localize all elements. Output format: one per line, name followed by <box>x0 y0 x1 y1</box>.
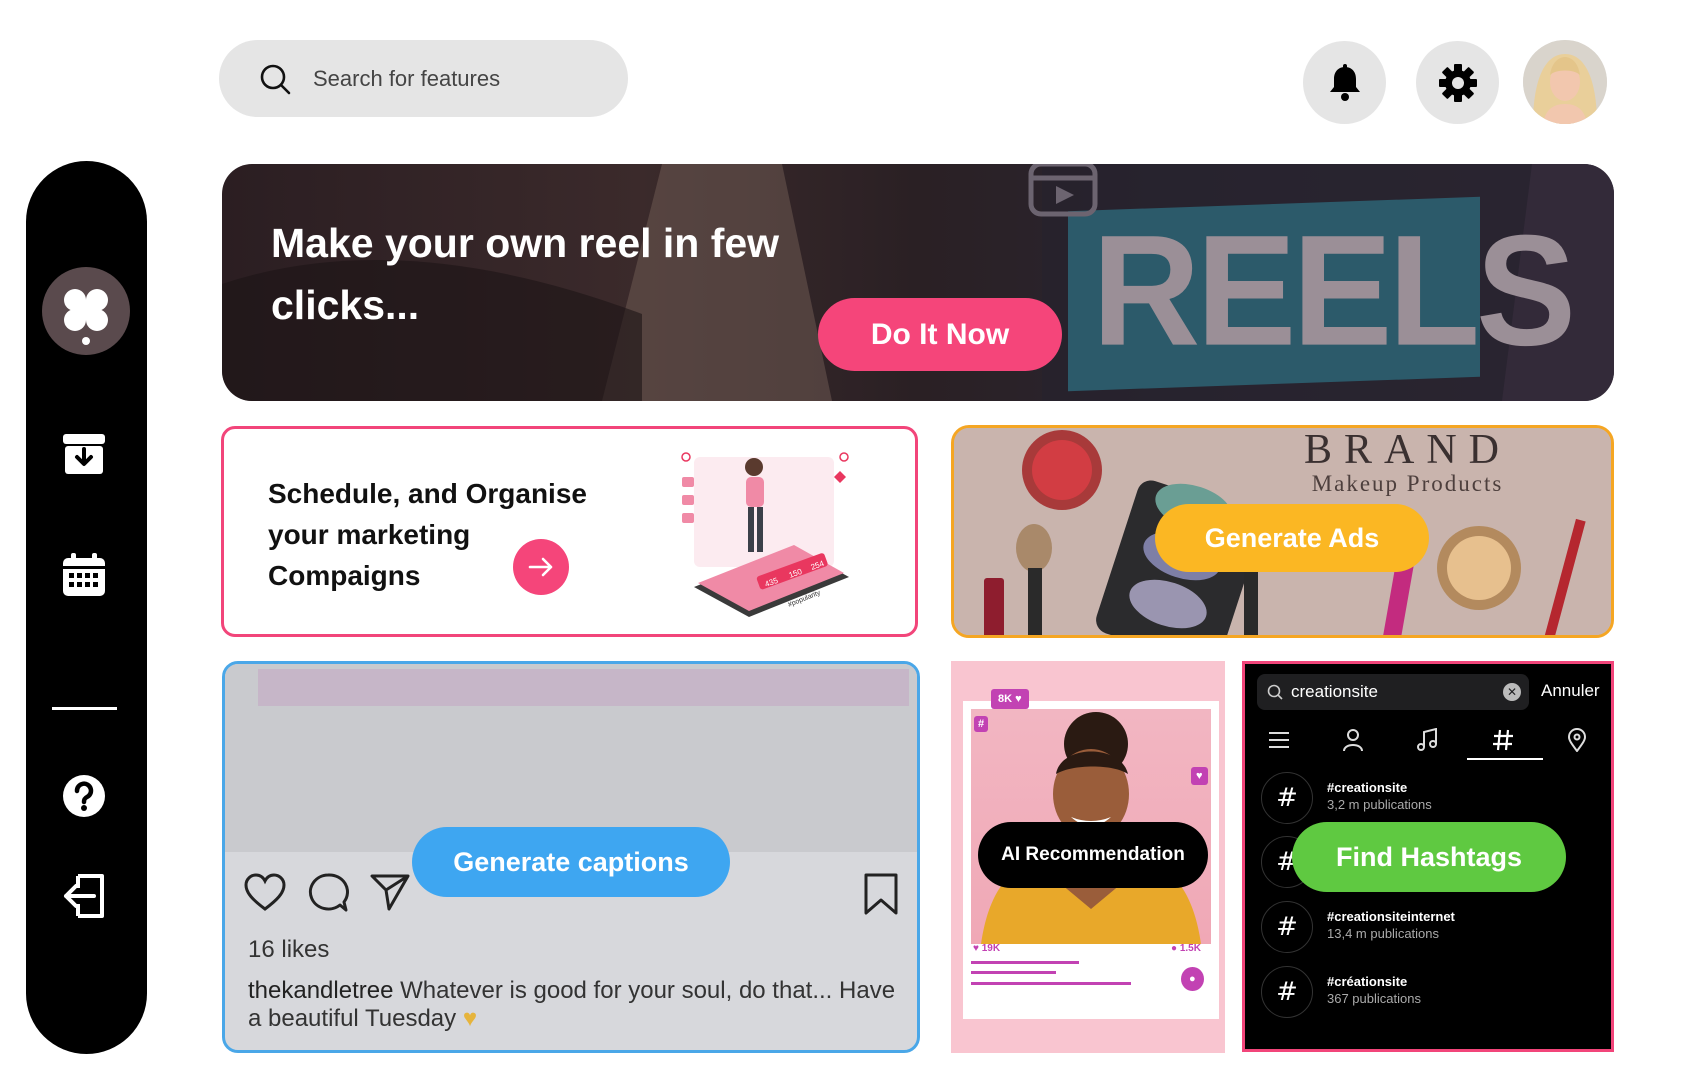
caption-text: thekandletree Whatever is good for your … <box>248 977 898 1033</box>
clear-search-icon[interactable]: ✕ <box>1503 683 1521 701</box>
brand-subtitle: Makeup Products <box>1311 471 1504 496</box>
reels-banner: REELS Make your own reel in few clicks..… <box>222 164 1614 401</box>
hashtag-search-input[interactable] <box>1291 682 1491 702</box>
tab-tags[interactable] <box>1483 724 1523 756</box>
hashtag-count: 13,4 m publications <box>1327 926 1440 941</box>
reels-word: REELS <box>1092 201 1576 379</box>
sidebar-item-dashboard[interactable] <box>42 267 130 355</box>
tab-audio[interactable] <box>1407 724 1447 756</box>
popularity-illustration: 435 150 254 #popularity <box>681 452 849 617</box>
menu-icon <box>1269 732 1289 748</box>
archive-download-icon <box>63 434 105 474</box>
post-image-band <box>258 669 909 706</box>
sidebar-item-calendar[interactable] <box>54 545 114 605</box>
location-pin-icon <box>1567 728 1587 752</box>
tab-top[interactable] <box>1259 724 1299 756</box>
hashtag-count: 367 publications <box>1327 991 1421 1006</box>
sidebar-divider <box>52 707 117 710</box>
notifications-button[interactable] <box>1303 41 1386 124</box>
hashtag-icon: # <box>1261 901 1313 953</box>
active-tab-underline <box>1467 758 1543 760</box>
gear-icon <box>1438 63 1477 102</box>
hashtag-icon <box>1493 729 1513 751</box>
post-line-2 <box>971 971 1056 974</box>
calendar-icon <box>63 553 105 596</box>
sidebar <box>26 161 147 1054</box>
hashtag-count: 3,2 m publications <box>1327 797 1432 812</box>
schedule-arrow-button[interactable] <box>513 539 569 595</box>
search-input[interactable] <box>313 65 613 92</box>
logout-icon <box>64 874 104 918</box>
generate-captions-card[interactable]: Generate captions 16 likes thekandletree… <box>222 661 920 1053</box>
user-avatar[interactable] <box>1523 40 1607 124</box>
likes-count: 16 likes <box>248 936 330 963</box>
generate-ads-card[interactable]: BRAND Makeup Products Generate Ads <box>951 425 1614 638</box>
tab-places[interactable] <box>1557 724 1597 756</box>
likes-badge: 8K ♥ <box>991 689 1029 709</box>
hashtag-result-row[interactable]: # #créationsite 367 publications <box>1261 964 1601 1020</box>
generate-ads-button[interactable]: Generate Ads <box>1155 504 1429 572</box>
post-line-1 <box>971 961 1079 964</box>
music-note-icon <box>1417 728 1437 751</box>
stat-right: ● 1.5K <box>1171 943 1201 954</box>
hashtag-icon: # <box>1261 966 1313 1018</box>
user-icon <box>1343 729 1363 752</box>
avatar-photo <box>1523 40 1607 124</box>
app-root: REELS Make your own reel in few clicks..… <box>0 0 1696 1080</box>
bookmark-icon[interactable] <box>863 872 899 916</box>
find-hashtags-button[interactable]: Find Hashtags <box>1292 822 1566 892</box>
hashtag-result-row[interactable]: # #creationsite 3,2 m publications <box>1261 770 1601 826</box>
sidebar-item-archive[interactable] <box>54 424 114 484</box>
stat-right-value: 1.5K <box>1179 943 1201 954</box>
chat-badge: ● <box>1181 967 1204 991</box>
reels-play-icon <box>1028 164 1098 217</box>
hash-badge: # <box>974 716 989 732</box>
generate-captions-button[interactable]: Generate captions <box>412 827 730 897</box>
hashtag-name: #creationsiteinternet <box>1327 909 1455 924</box>
bell-icon <box>1329 63 1360 101</box>
hashtag-search-field[interactable]: ✕ <box>1257 674 1529 710</box>
stat-left-value: 19K <box>981 943 1001 954</box>
schedule-title: Schedule, and Organise your marketing Co… <box>268 478 587 591</box>
hero-title: Make your own reel in few clicks... <box>271 220 780 328</box>
post-image-area <box>225 664 917 852</box>
search-icon <box>1267 684 1283 700</box>
hashtag-icon: # <box>1261 772 1313 824</box>
schedule-campaigns-card[interactable]: Schedule, and Organise your marketing Co… <box>221 426 918 637</box>
do-it-now-button[interactable]: Do It Now <box>818 298 1062 371</box>
question-icon <box>63 775 105 817</box>
cancel-search-button[interactable]: Annuler <box>1541 681 1600 701</box>
hashtag-result-row[interactable]: # #creationsiteinternet 13,4 m publicati… <box>1261 899 1601 955</box>
arrow-right-icon <box>528 557 553 577</box>
ai-recommendation-card[interactable]: ♥ 19K ● 1.5K 8K ♥ # ♥ ● AI Recommendatio… <box>951 661 1225 1053</box>
heart-icon[interactable] <box>243 872 287 912</box>
sidebar-item-logout[interactable] <box>54 866 114 926</box>
hashtag-name: #créationsite <box>1327 974 1408 989</box>
yellow-heart-icon: ♥ <box>456 1005 478 1032</box>
clover-icon <box>64 289 108 345</box>
caption-username[interactable]: thekandletree <box>248 977 393 1004</box>
ai-recommendation-button[interactable]: AI Recommendation <box>978 822 1208 888</box>
share-icon[interactable] <box>369 872 411 912</box>
sidebar-item-help[interactable] <box>54 766 114 826</box>
hashtag-name: #creationsite <box>1327 780 1408 795</box>
likes-badge-value: 8K <box>998 693 1013 705</box>
tab-accounts[interactable] <box>1333 724 1373 756</box>
post-line-3 <box>971 982 1131 985</box>
find-hashtags-card[interactable]: ✕ Annuler # #creationsite 3,2 m publi <box>1242 661 1614 1052</box>
heart-badge: ♥ <box>1191 767 1208 785</box>
comment-icon[interactable] <box>307 872 349 914</box>
search-bar[interactable] <box>219 40 628 117</box>
search-icon <box>260 64 291 94</box>
brand-title: BRAND <box>1303 427 1512 473</box>
settings-button[interactable] <box>1416 41 1499 124</box>
stat-left: ♥ 19K <box>973 943 1001 954</box>
search-tabs <box>1245 718 1611 762</box>
